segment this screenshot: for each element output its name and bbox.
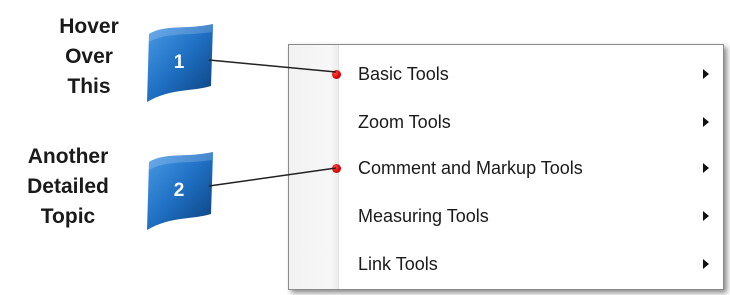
menu-item-comment-and-markup-tools[interactable]: Comment and Markup Tools xyxy=(289,144,723,192)
callout-label-2-line: Another xyxy=(27,145,109,168)
chevron-right-icon xyxy=(703,259,709,269)
menu-item-label: Zoom Tools xyxy=(358,111,451,132)
callout-label-2-line: Detailed xyxy=(27,175,109,198)
hotspot-dot-icon[interactable] xyxy=(332,69,341,79)
menu-item-label: Comment and Markup Tools xyxy=(358,157,583,178)
callout-label-2-line: Topic xyxy=(40,205,96,228)
chevron-right-icon xyxy=(703,211,709,221)
chevron-right-icon xyxy=(703,69,709,79)
menu-item-measuring-tools[interactable]: Measuring Tools xyxy=(289,192,723,240)
callout-label-2: Another Detailed Topic xyxy=(4,142,132,232)
flag-number-2: 2 xyxy=(174,180,185,201)
callout-label-1-line: This xyxy=(67,75,111,98)
callout-label-1-line: Hover xyxy=(59,15,119,38)
menu-item-label: Measuring Tools xyxy=(358,205,489,226)
callout-label-1: Hover Over This xyxy=(25,12,153,102)
hotspot-dot-icon[interactable] xyxy=(332,163,341,173)
menu-item-link-tools[interactable]: Link Tools xyxy=(289,240,723,288)
menu-item-zoom-tools[interactable]: Zoom Tools xyxy=(289,98,723,146)
flag-badge-icon-2: 2 xyxy=(147,152,213,230)
menu-item-basic-tools[interactable]: Basic Tools xyxy=(289,50,723,98)
context-menu: Basic Tools Zoom Tools Comment and Marku… xyxy=(288,44,724,290)
flag-number-1: 1 xyxy=(174,52,185,73)
callout-label-1-line: Over xyxy=(65,45,113,68)
chevron-right-icon xyxy=(703,163,709,173)
menu-item-label: Basic Tools xyxy=(358,63,449,84)
chevron-right-icon xyxy=(703,117,709,127)
menu-item-label: Link Tools xyxy=(358,253,438,274)
flag-badge-icon-1: 1 xyxy=(147,24,213,102)
